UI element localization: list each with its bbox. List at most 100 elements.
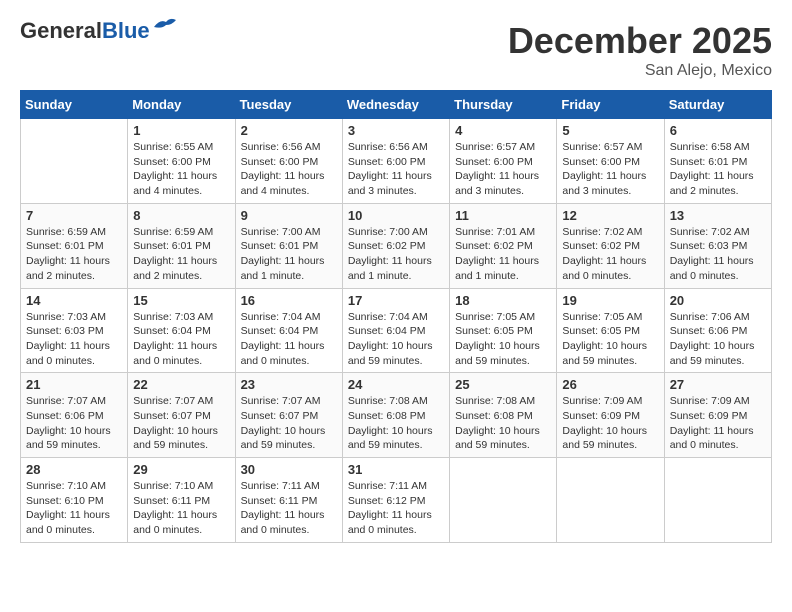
day-info: Sunrise: 6:56 AMSunset: 6:00 PMDaylight:… (348, 140, 444, 199)
week-row-1: 1 Sunrise: 6:55 AMSunset: 6:00 PMDaylight… (21, 119, 772, 204)
day-number: 15 (133, 293, 229, 308)
day-cell: 18 Sunrise: 7:05 AMSunset: 6:05 PMDayligh… (450, 288, 557, 373)
day-info: Sunrise: 6:58 AMSunset: 6:01 PMDaylight:… (670, 140, 766, 199)
title-area: December 2025 San Alejo, Mexico (508, 20, 772, 80)
day-cell: 11 Sunrise: 7:01 AMSunset: 6:02 PMDayligh… (450, 203, 557, 288)
day-cell: 21Sunrise: 7:07 AMSunset: 6:06 PMDayligh… (21, 373, 128, 458)
week-row-5: 28Sunrise: 7:10 AMSunset: 6:10 PMDayligh… (21, 458, 772, 543)
day-info: Sunrise: 6:55 AMSunset: 6:00 PMDaylight:… (133, 140, 229, 199)
day-number: 13 (670, 208, 766, 223)
day-number: 3 (348, 123, 444, 138)
day-info: Sunrise: 7:04 AMSunset: 6:04 PMDaylight:… (348, 310, 444, 369)
logo-text: GeneralBlue (20, 20, 150, 42)
day-cell: 1 Sunrise: 6:55 AMSunset: 6:00 PMDaylight… (128, 119, 235, 204)
weekday-header-saturday: Saturday (664, 91, 771, 119)
day-info: Sunrise: 7:09 AMSunset: 6:09 PMDaylight:… (562, 394, 658, 453)
day-info: Sunrise: 7:05 AMSunset: 6:05 PMDaylight:… (562, 310, 658, 369)
day-number: 14 (26, 293, 122, 308)
day-info: Sunrise: 7:07 AMSunset: 6:07 PMDaylight:… (241, 394, 337, 453)
day-number: 23 (241, 377, 337, 392)
day-info: Sunrise: 7:02 AMSunset: 6:03 PMDaylight:… (670, 225, 766, 284)
weekday-header-friday: Friday (557, 91, 664, 119)
day-info: Sunrise: 6:56 AMSunset: 6:00 PMDaylight:… (241, 140, 337, 199)
day-number: 11 (455, 208, 551, 223)
day-cell: 5 Sunrise: 6:57 AMSunset: 6:00 PMDaylight… (557, 119, 664, 204)
day-cell: 23 Sunrise: 7:07 AMSunset: 6:07 PMDayligh… (235, 373, 342, 458)
weekday-header-tuesday: Tuesday (235, 91, 342, 119)
weekday-header-thursday: Thursday (450, 91, 557, 119)
day-cell: 15 Sunrise: 7:03 AMSunset: 6:04 PMDayligh… (128, 288, 235, 373)
day-cell: 16Sunrise: 7:04 AMSunset: 6:04 PMDayligh… (235, 288, 342, 373)
day-cell: 8Sunrise: 6:59 AMSunset: 6:01 PMDaylight… (128, 203, 235, 288)
day-number: 28 (26, 462, 122, 477)
week-row-3: 14 Sunrise: 7:03 AMSunset: 6:03 PMDayligh… (21, 288, 772, 373)
day-number: 24 (348, 377, 444, 392)
weekday-header-monday: Monday (128, 91, 235, 119)
day-info: Sunrise: 6:59 AMSunset: 6:01 PMDaylight:… (26, 225, 122, 284)
day-number: 30 (241, 462, 337, 477)
logo-bird-icon (152, 17, 180, 37)
day-number: 6 (670, 123, 766, 138)
weekday-header-sunday: Sunday (21, 91, 128, 119)
day-cell (21, 119, 128, 204)
day-number: 31 (348, 462, 444, 477)
day-number: 18 (455, 293, 551, 308)
logo: GeneralBlue (20, 20, 180, 42)
day-number: 21 (26, 377, 122, 392)
day-info: Sunrise: 7:10 AMSunset: 6:11 PMDaylight:… (133, 479, 229, 538)
week-row-4: 21Sunrise: 7:07 AMSunset: 6:06 PMDayligh… (21, 373, 772, 458)
day-info: Sunrise: 7:01 AMSunset: 6:02 PMDaylight:… (455, 225, 551, 284)
day-cell (664, 458, 771, 543)
day-cell: 3 Sunrise: 6:56 AMSunset: 6:00 PMDaylight… (342, 119, 449, 204)
day-info: Sunrise: 7:08 AMSunset: 6:08 PMDaylight:… (455, 394, 551, 453)
day-info: Sunrise: 7:00 AMSunset: 6:01 PMDaylight:… (241, 225, 337, 284)
day-cell: 6 Sunrise: 6:58 AMSunset: 6:01 PMDaylight… (664, 119, 771, 204)
day-cell: 10 Sunrise: 7:00 AMSunset: 6:02 PMDayligh… (342, 203, 449, 288)
day-cell: 7 Sunrise: 6:59 AMSunset: 6:01 PMDaylight… (21, 203, 128, 288)
day-number: 12 (562, 208, 658, 223)
day-number: 7 (26, 208, 122, 223)
day-number: 20 (670, 293, 766, 308)
day-info: Sunrise: 7:03 AMSunset: 6:03 PMDaylight:… (26, 310, 122, 369)
day-cell: 24Sunrise: 7:08 AMSunset: 6:08 PMDayligh… (342, 373, 449, 458)
day-cell: 28Sunrise: 7:10 AMSunset: 6:10 PMDayligh… (21, 458, 128, 543)
day-cell: 2 Sunrise: 6:56 AMSunset: 6:00 PMDaylight… (235, 119, 342, 204)
page-header: GeneralBlue December 2025 San Alejo, Mex… (20, 20, 772, 80)
day-info: Sunrise: 7:07 AMSunset: 6:07 PMDaylight:… (133, 394, 229, 453)
day-cell (557, 458, 664, 543)
day-cell: 27Sunrise: 7:09 AMSunset: 6:09 PMDayligh… (664, 373, 771, 458)
day-cell: 12 Sunrise: 7:02 AMSunset: 6:02 PMDayligh… (557, 203, 664, 288)
day-cell: 13 Sunrise: 7:02 AMSunset: 6:03 PMDayligh… (664, 203, 771, 288)
day-number: 10 (348, 208, 444, 223)
day-number: 25 (455, 377, 551, 392)
day-cell: 9 Sunrise: 7:00 AMSunset: 6:01 PMDaylight… (235, 203, 342, 288)
day-number: 8 (133, 208, 229, 223)
day-number: 19 (562, 293, 658, 308)
day-number: 22 (133, 377, 229, 392)
day-info: Sunrise: 7:03 AMSunset: 6:04 PMDaylight:… (133, 310, 229, 369)
weekday-header-wednesday: Wednesday (342, 91, 449, 119)
day-number: 2 (241, 123, 337, 138)
day-cell: 20 Sunrise: 7:06 AMSunset: 6:06 PMDayligh… (664, 288, 771, 373)
day-info: Sunrise: 6:57 AMSunset: 6:00 PMDaylight:… (455, 140, 551, 199)
day-cell: 19 Sunrise: 7:05 AMSunset: 6:05 PMDayligh… (557, 288, 664, 373)
weekday-header-row: SundayMondayTuesdayWednesdayThursdayFrid… (21, 91, 772, 119)
day-number: 29 (133, 462, 229, 477)
day-cell: 31 Sunrise: 7:11 AMSunset: 6:12 PMDayligh… (342, 458, 449, 543)
day-number: 5 (562, 123, 658, 138)
day-cell: 22 Sunrise: 7:07 AMSunset: 6:07 PMDayligh… (128, 373, 235, 458)
day-cell: 25 Sunrise: 7:08 AMSunset: 6:08 PMDayligh… (450, 373, 557, 458)
week-row-2: 7 Sunrise: 6:59 AMSunset: 6:01 PMDaylight… (21, 203, 772, 288)
day-info: Sunrise: 6:57 AMSunset: 6:00 PMDaylight:… (562, 140, 658, 199)
day-info: Sunrise: 7:06 AMSunset: 6:06 PMDaylight:… (670, 310, 766, 369)
day-number: 16 (241, 293, 337, 308)
day-info: Sunrise: 7:05 AMSunset: 6:05 PMDaylight:… (455, 310, 551, 369)
day-info: Sunrise: 7:11 AMSunset: 6:12 PMDaylight:… (348, 479, 444, 538)
logo-general: General (20, 18, 102, 43)
day-info: Sunrise: 7:00 AMSunset: 6:02 PMDaylight:… (348, 225, 444, 284)
day-number: 4 (455, 123, 551, 138)
day-number: 9 (241, 208, 337, 223)
day-number: 1 (133, 123, 229, 138)
day-info: Sunrise: 7:02 AMSunset: 6:02 PMDaylight:… (562, 225, 658, 284)
calendar-table: SundayMondayTuesdayWednesdayThursdayFrid… (20, 90, 772, 543)
